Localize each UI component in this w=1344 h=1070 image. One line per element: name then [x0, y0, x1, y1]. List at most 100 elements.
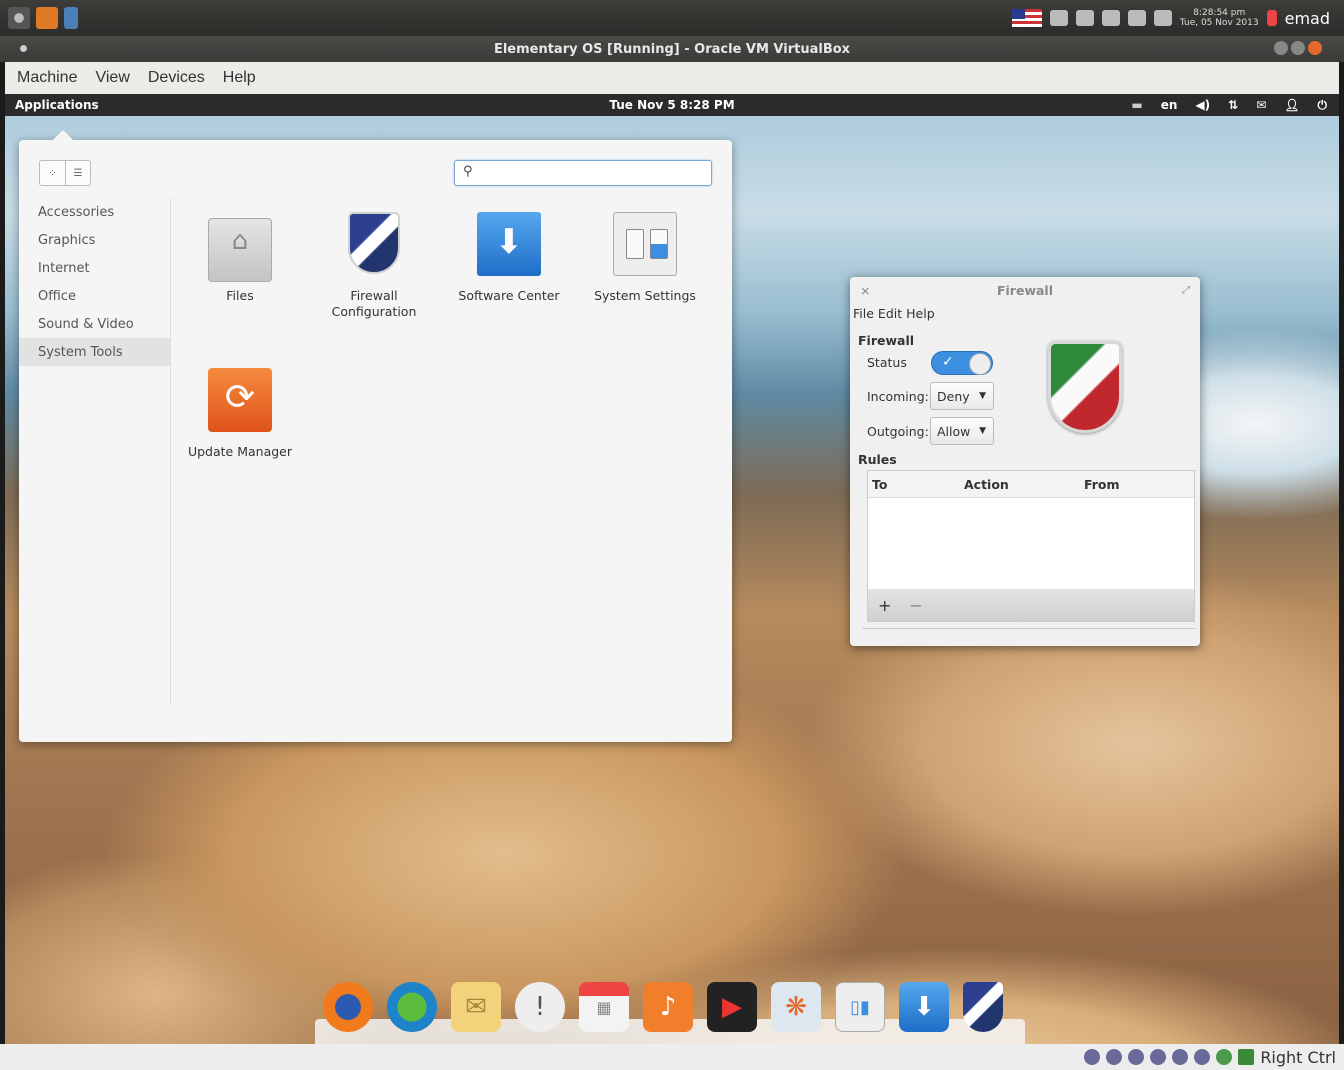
ubuntu-logo-icon[interactable] [8, 7, 30, 29]
mail-icon[interactable]: ✉ [1256, 98, 1266, 112]
outgoing-select[interactable]: Allow ▼ [930, 417, 994, 445]
status-bar [862, 628, 1196, 642]
applications-launcher: ⁘ ☰ ⚲ Accessories Graphics Internet Offi… [19, 130, 732, 742]
hard-disk-icon[interactable] [1084, 1049, 1101, 1065]
update-manager-icon: ⟳ [208, 368, 272, 432]
search-field[interactable]: ⚲ [454, 160, 712, 186]
incoming-value: Deny [937, 388, 970, 404]
optical-drive-icon[interactable] [1106, 1049, 1123, 1065]
virtualization-icon[interactable] [1216, 1049, 1233, 1065]
menu-file[interactable]: File [853, 306, 874, 321]
search-input[interactable] [485, 164, 705, 182]
menu-edit[interactable]: Edit [878, 306, 902, 321]
remove-rule-button[interactable]: − [909, 596, 922, 615]
settings-icon[interactable]: ▯▮ [835, 982, 885, 1032]
volume-icon[interactable]: ◀) [1195, 98, 1210, 112]
mail-icon[interactable]: ✉ [451, 982, 501, 1032]
firewall-shield-icon[interactable] [963, 982, 1003, 1032]
host-top-bar: 8:28:54 pm Tue, 05 Nov 2013 emad [0, 0, 1344, 36]
photos-icon[interactable]: ❋ [771, 982, 821, 1032]
network-adapter-icon[interactable] [1172, 1049, 1189, 1065]
app-label: Update Manager [187, 444, 293, 459]
status-toggle[interactable] [931, 351, 993, 375]
mouse-integration-icon[interactable] [1238, 1049, 1255, 1065]
column-action[interactable]: Action [964, 477, 1084, 492]
language-indicator[interactable]: en [1161, 98, 1178, 112]
incoming-select[interactable]: Deny ▼ [930, 382, 994, 410]
guest-top-panel: Applications Tue Nov 5 8:28 PM ▬ en ◀) ⇅… [5, 94, 1339, 116]
network-icon[interactable]: ⇅ [1228, 98, 1238, 112]
vm-window-titlebar[interactable]: Elementary OS [Running] - Oracle VM Virt… [0, 36, 1344, 62]
category-sound-video[interactable]: Sound & Video [19, 310, 170, 338]
app-software-center[interactable]: ⬇ Software Center [449, 212, 569, 304]
category-list: Accessories Graphics Internet Office Sou… [19, 198, 171, 704]
firewall-window: × Firewall ⤢ File Edit Help Firewall Sta… [850, 277, 1200, 646]
video-capture-icon[interactable] [1194, 1049, 1211, 1065]
category-graphics[interactable]: Graphics [19, 226, 170, 254]
software-center-icon[interactable]: ⬇ [899, 982, 949, 1032]
menu-help[interactable]: Help [223, 69, 256, 87]
document-app-icon[interactable] [64, 7, 78, 29]
minimize-icon[interactable] [1274, 41, 1288, 55]
firewall-section-heading: Firewall [858, 333, 915, 348]
firewall-titlebar[interactable]: × Firewall ⤢ [850, 277, 1200, 303]
grid-view-icon[interactable]: ⁘ [40, 161, 65, 185]
close-icon[interactable]: × [860, 283, 870, 298]
menu-view[interactable]: View [95, 69, 129, 87]
battery-icon[interactable] [1266, 10, 1277, 26]
shared-folders-icon[interactable] [1150, 1049, 1167, 1065]
usb-icon[interactable] [1128, 1049, 1145, 1065]
category-system-tools[interactable]: System Tools [19, 338, 170, 366]
user-icon[interactable]: 👤︎ [1284, 98, 1299, 112]
host-clock-time: 8:28:54 pm [1193, 8, 1246, 18]
sync-icon[interactable] [1049, 10, 1068, 26]
video-icon[interactable]: ▶ [707, 982, 757, 1032]
music-icon[interactable]: ♪ [643, 982, 693, 1032]
rules-table: To Action From + − [867, 470, 1195, 622]
category-view-icon[interactable]: ☰ [65, 161, 90, 185]
rules-table-header: To Action From [868, 471, 1194, 498]
close-icon[interactable] [1308, 41, 1322, 55]
power-icon[interactable]: ⏻ [1318, 98, 1328, 113]
column-to[interactable]: To [868, 477, 964, 492]
mail-indicator-icon[interactable] [1127, 10, 1146, 26]
app-update-manager[interactable]: ⟳ Update Manager [180, 368, 300, 460]
add-rule-button[interactable]: + [878, 596, 891, 615]
browser-globe-icon[interactable] [387, 982, 437, 1032]
menu-help[interactable]: Help [906, 306, 935, 321]
host-clock-date: Tue, 05 Nov 2013 [1179, 18, 1259, 28]
keyboard-icon[interactable]: ▬ [1131, 98, 1142, 112]
keyboard-layout-flag-icon[interactable] [1011, 9, 1042, 27]
category-accessories[interactable]: Accessories [19, 198, 170, 226]
host-clock[interactable]: 8:28:54 pm Tue, 05 Nov 2013 [1180, 8, 1259, 28]
network-icon[interactable] [1075, 10, 1094, 26]
app-label: Software Center [458, 288, 560, 303]
vm-menubar: Machine View Devices Help [5, 62, 1339, 94]
vm-status-bar: Right Ctrl [0, 1044, 1344, 1070]
firewall-menubar: File Edit Help [850, 303, 1200, 323]
virtualbox-app-icon[interactable] [36, 7, 58, 29]
pen-icon[interactable] [1153, 10, 1172, 26]
chevron-down-icon: ▼ [979, 391, 986, 401]
firewall-shield-icon [342, 212, 406, 276]
column-from[interactable]: From [1084, 477, 1120, 492]
applications-menu[interactable]: Applications [5, 98, 99, 112]
window-menu-icon[interactable] [20, 45, 27, 52]
rules-heading: Rules [858, 452, 897, 467]
category-internet[interactable]: Internet [19, 254, 170, 282]
notifications-icon[interactable]: ! [515, 982, 565, 1032]
volume-icon[interactable] [1101, 10, 1120, 26]
maximize-icon[interactable] [1291, 41, 1305, 55]
menu-devices[interactable]: Devices [148, 69, 205, 87]
maximize-icon[interactable]: ⤢ [1182, 285, 1190, 296]
app-firewall-configuration[interactable]: Firewall Configuration [314, 212, 434, 320]
host-user-name[interactable]: emad [1285, 9, 1330, 28]
outgoing-label: Outgoing: [867, 424, 929, 439]
app-system-settings[interactable]: System Settings [585, 212, 705, 304]
category-office[interactable]: Office [19, 282, 170, 310]
firefox-icon[interactable] [323, 982, 373, 1032]
status-label: Status [867, 355, 907, 370]
app-files[interactable]: Files [180, 212, 300, 304]
menu-machine[interactable]: Machine [17, 69, 77, 87]
calendar-icon[interactable]: ▦ [579, 982, 629, 1032]
